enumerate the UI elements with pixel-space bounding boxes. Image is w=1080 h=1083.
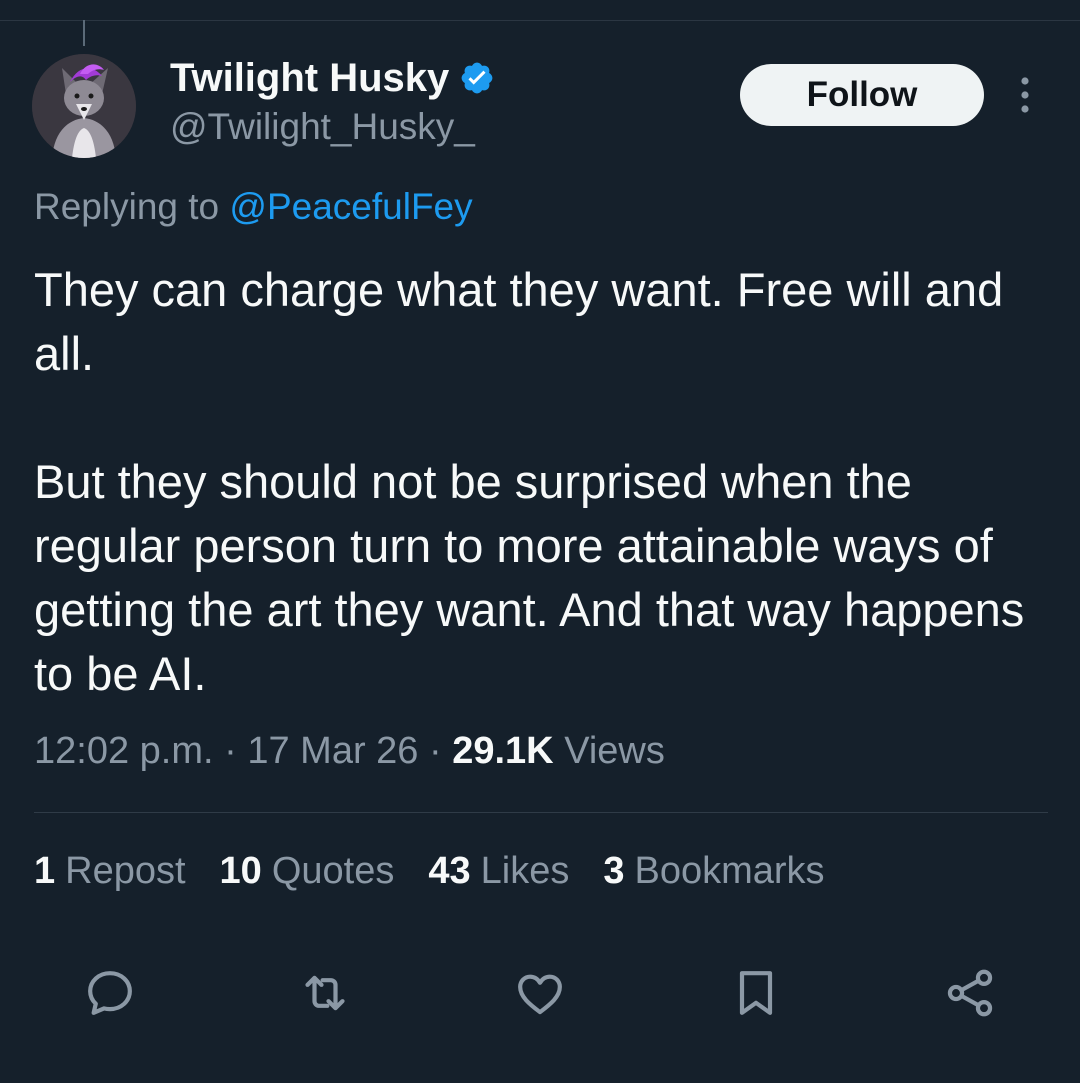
stat-bookmarks[interactable]: 3 Bookmarks	[603, 850, 824, 893]
tweet-detail-view: Twilight Husky @Twilight_Husky_ Follow R…	[0, 0, 1080, 1083]
bookmark-button[interactable]	[728, 965, 784, 1021]
like-icon	[518, 974, 562, 1015]
share-button[interactable]	[942, 965, 998, 1021]
share-icon	[947, 969, 993, 1017]
top-divider	[0, 20, 1080, 21]
stats-divider	[34, 812, 1048, 813]
stat-reposts[interactable]: 1 Repost	[34, 850, 186, 893]
stat-count: 10	[219, 850, 262, 892]
tweet-meta: 12:02 p.m. · 17 Mar 26 · 29.1K Views	[34, 730, 665, 773]
stat-count: 43	[428, 850, 471, 892]
avatar[interactable]	[32, 54, 136, 158]
action-bar	[0, 965, 1080, 1025]
thread-connector-line	[83, 20, 85, 46]
meta-separator: ·	[429, 730, 442, 772]
engagement-stats: 1 Repost 10 Quotes 43 Likes 3 Bookmarks	[34, 850, 859, 893]
tweet-date[interactable]: 17 Mar 26	[247, 730, 418, 772]
meta-separator: ·	[224, 730, 237, 772]
repost-button[interactable]	[297, 965, 353, 1021]
views-label: Views	[564, 730, 665, 772]
tweet-paragraph: They can charge what they want. Free wil…	[34, 263, 1004, 380]
author-display-name[interactable]: Twilight Husky	[170, 56, 449, 101]
reply-button[interactable]	[82, 965, 138, 1021]
bookmark-icon	[739, 971, 773, 1015]
stat-label: Repost	[65, 850, 186, 892]
tweet-paragraph: But they should not be surprised when th…	[34, 455, 1025, 700]
replying-to: Replying to @PeacefulFey	[34, 186, 473, 228]
stat-label: Bookmarks	[634, 850, 825, 892]
replying-to-mention[interactable]: @PeacefulFey	[229, 186, 472, 227]
stat-likes[interactable]: 43 Likes	[428, 850, 569, 893]
stat-label: Likes	[480, 850, 570, 892]
more-options-icon[interactable]	[1010, 72, 1040, 118]
repost-icon	[305, 975, 345, 1011]
tweet-time[interactable]: 12:02 p.m.	[34, 730, 214, 772]
stat-quotes[interactable]: 10 Quotes	[220, 850, 395, 893]
verified-badge-icon	[461, 62, 493, 94]
like-button[interactable]	[512, 965, 568, 1021]
reply-icon	[88, 971, 132, 1015]
stat-count: 1	[34, 850, 56, 892]
follow-button[interactable]: Follow	[740, 64, 984, 126]
avatar-image	[32, 54, 136, 158]
replying-to-prefix: Replying to	[34, 186, 220, 227]
stat-count: 3	[603, 850, 625, 892]
tweet-text: They can charge what they want. Free wil…	[34, 258, 1044, 706]
views-count: 29.1K	[452, 730, 554, 772]
author-handle[interactable]: @Twilight_Husky_	[170, 106, 475, 148]
stat-label: Quotes	[271, 850, 395, 892]
author-name-row[interactable]: Twilight Husky	[170, 54, 495, 102]
